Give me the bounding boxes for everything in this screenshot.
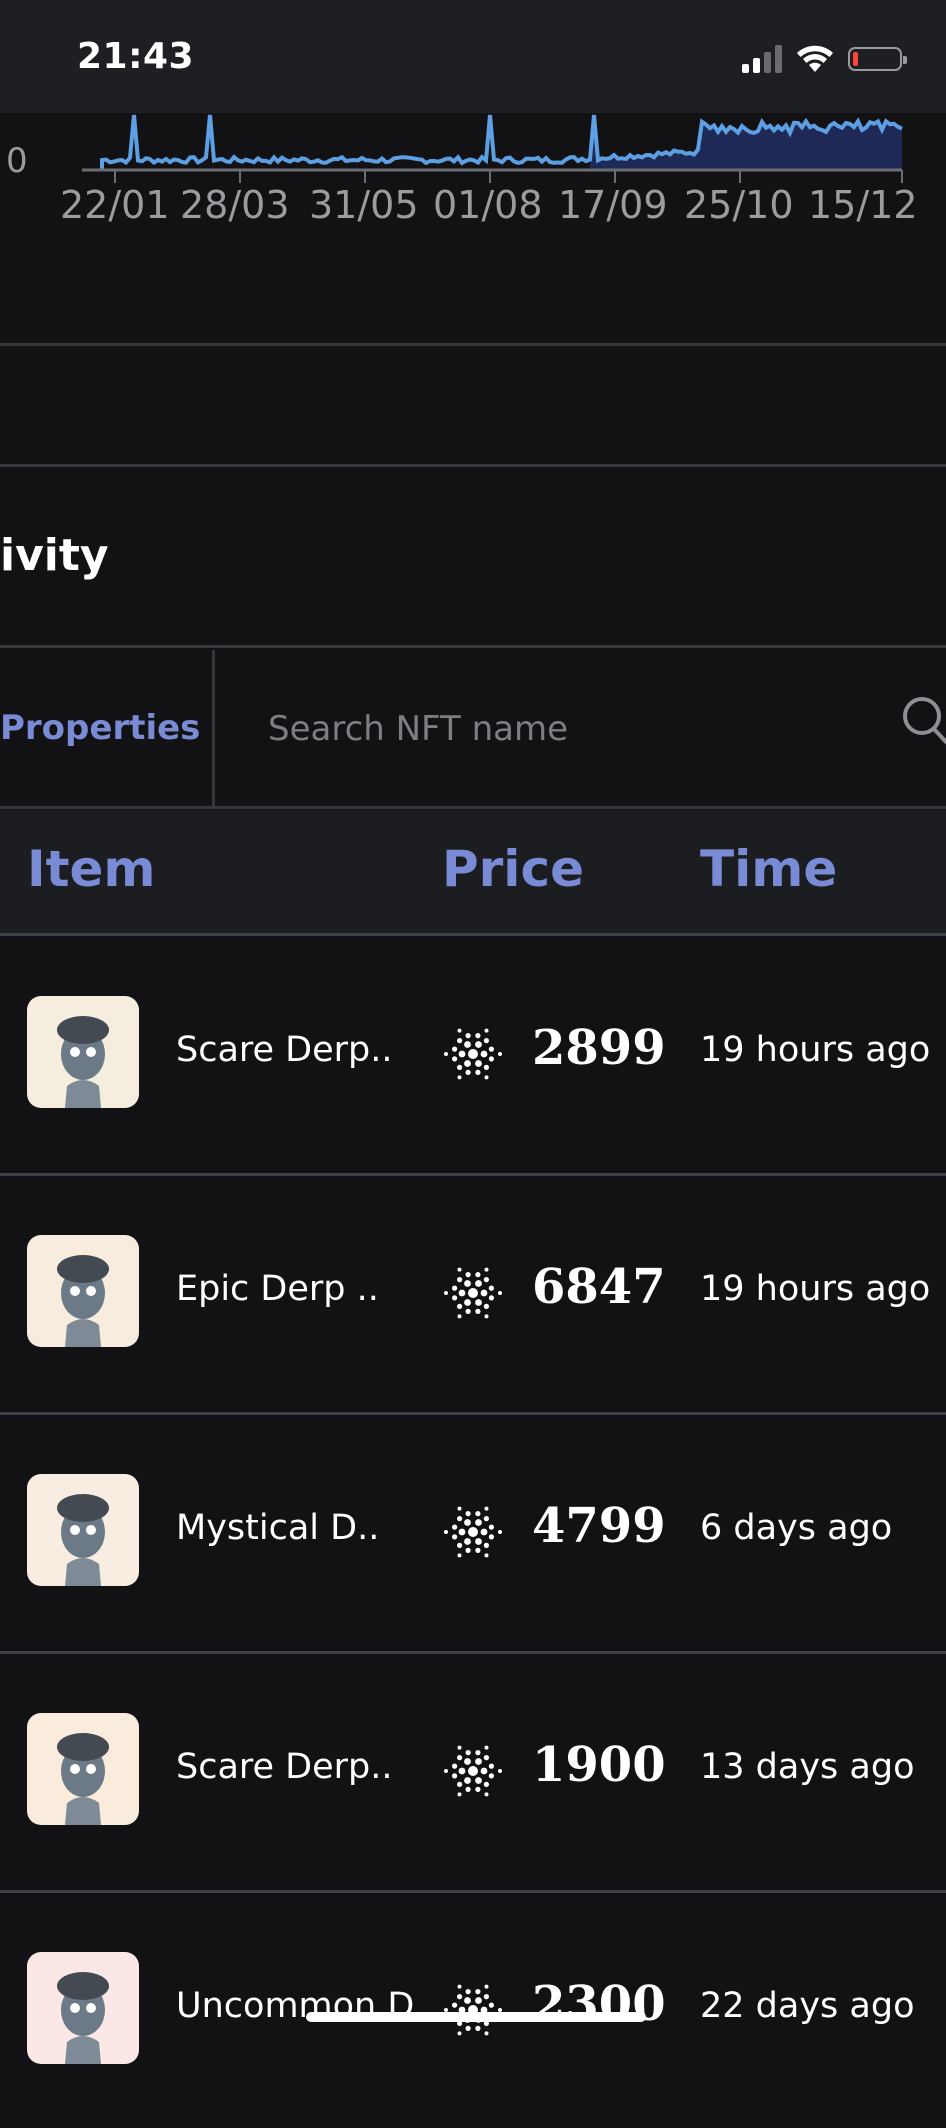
cardano-ada-icon xyxy=(444,1506,502,1558)
cardano-ada-icon xyxy=(444,1028,502,1080)
section-divider xyxy=(0,806,946,809)
y-axis-zero-label: 0 xyxy=(6,141,28,181)
table-row[interactable]: Uncommon D.. 2300 22 days ago xyxy=(0,1892,946,2128)
nft-name: Epic Derp .. xyxy=(176,1269,379,1309)
x-tick-label: 25/10 xyxy=(684,183,794,227)
x-tick-label: 22/01 xyxy=(60,183,170,227)
column-header-time[interactable]: Time xyxy=(700,840,837,898)
price-history-chart: 0 22/01 28/03 31/05 01/08 17/09 25/10 15… xyxy=(0,113,946,233)
sale-time: 6 days ago xyxy=(700,1508,893,1548)
column-header-price[interactable]: Price xyxy=(442,840,584,898)
table-row[interactable]: Mystical D.. 4799 6 days ago xyxy=(0,1414,946,1650)
nft-price: 1900 xyxy=(532,1737,666,1793)
sale-time: 19 hours ago xyxy=(700,1269,931,1309)
cellular-signal-icon xyxy=(742,45,782,73)
nft-price: 4799 xyxy=(532,1498,666,1554)
activity-table-header: Item Price Time xyxy=(0,810,946,934)
status-time: 21:43 xyxy=(77,36,195,77)
nft-thumbnail[interactable] xyxy=(27,996,139,1108)
status-bar: 21:43 xyxy=(0,0,946,113)
nft-name: Scare Derp.. xyxy=(176,1747,393,1787)
battery-low-icon xyxy=(848,47,907,71)
activity-heading: ivity xyxy=(0,530,109,581)
home-indicator xyxy=(306,2012,646,2022)
section-divider xyxy=(0,343,946,346)
sale-time: 19 hours ago xyxy=(700,1030,931,1070)
x-tick-label: 15/12 xyxy=(808,183,918,227)
sale-time: 22 days ago xyxy=(700,1986,915,2026)
filter-separator xyxy=(212,650,215,806)
search-icon[interactable] xyxy=(896,694,946,750)
x-tick-label: 01/08 xyxy=(433,183,543,227)
x-tick-label: 28/03 xyxy=(180,183,290,227)
nft-thumbnail[interactable] xyxy=(27,1713,139,1825)
nft-price: 2899 xyxy=(532,1020,666,1076)
nft-thumbnail[interactable] xyxy=(27,1474,139,1586)
nft-price: 2300 xyxy=(532,1976,666,2032)
wifi-icon xyxy=(797,45,833,72)
nft-thumbnail[interactable] xyxy=(27,1235,139,1347)
cardano-ada-icon xyxy=(444,1267,502,1319)
nft-name: Scare Derp.. xyxy=(176,1030,393,1070)
nft-price: 6847 xyxy=(532,1259,666,1315)
x-tick-label: 17/09 xyxy=(558,183,668,227)
nft-name: Mystical D.. xyxy=(176,1508,380,1548)
section-divider xyxy=(0,464,946,467)
cardano-ada-icon xyxy=(444,1745,502,1797)
column-header-item[interactable]: Item xyxy=(27,840,156,898)
section-divider xyxy=(0,645,946,648)
nft-thumbnail[interactable] xyxy=(27,1952,139,2064)
properties-filter-tab[interactable]: Properties xyxy=(0,708,200,748)
status-icons xyxy=(742,42,907,76)
table-row[interactable]: Scare Derp.. 2899 19 hours ago xyxy=(0,936,946,1172)
sale-time: 13 days ago xyxy=(700,1747,915,1787)
search-nft-input[interactable] xyxy=(266,690,870,768)
cardano-ada-icon xyxy=(444,1984,502,2036)
activity-filter-bar: Properties xyxy=(0,650,946,806)
table-row[interactable]: Scare Derp.. 1900 13 days ago xyxy=(0,1653,946,1889)
table-row[interactable]: Epic Derp .. 6847 19 hours ago xyxy=(0,1175,946,1411)
chart-plot xyxy=(82,114,903,183)
x-tick-label: 31/05 xyxy=(309,183,419,227)
